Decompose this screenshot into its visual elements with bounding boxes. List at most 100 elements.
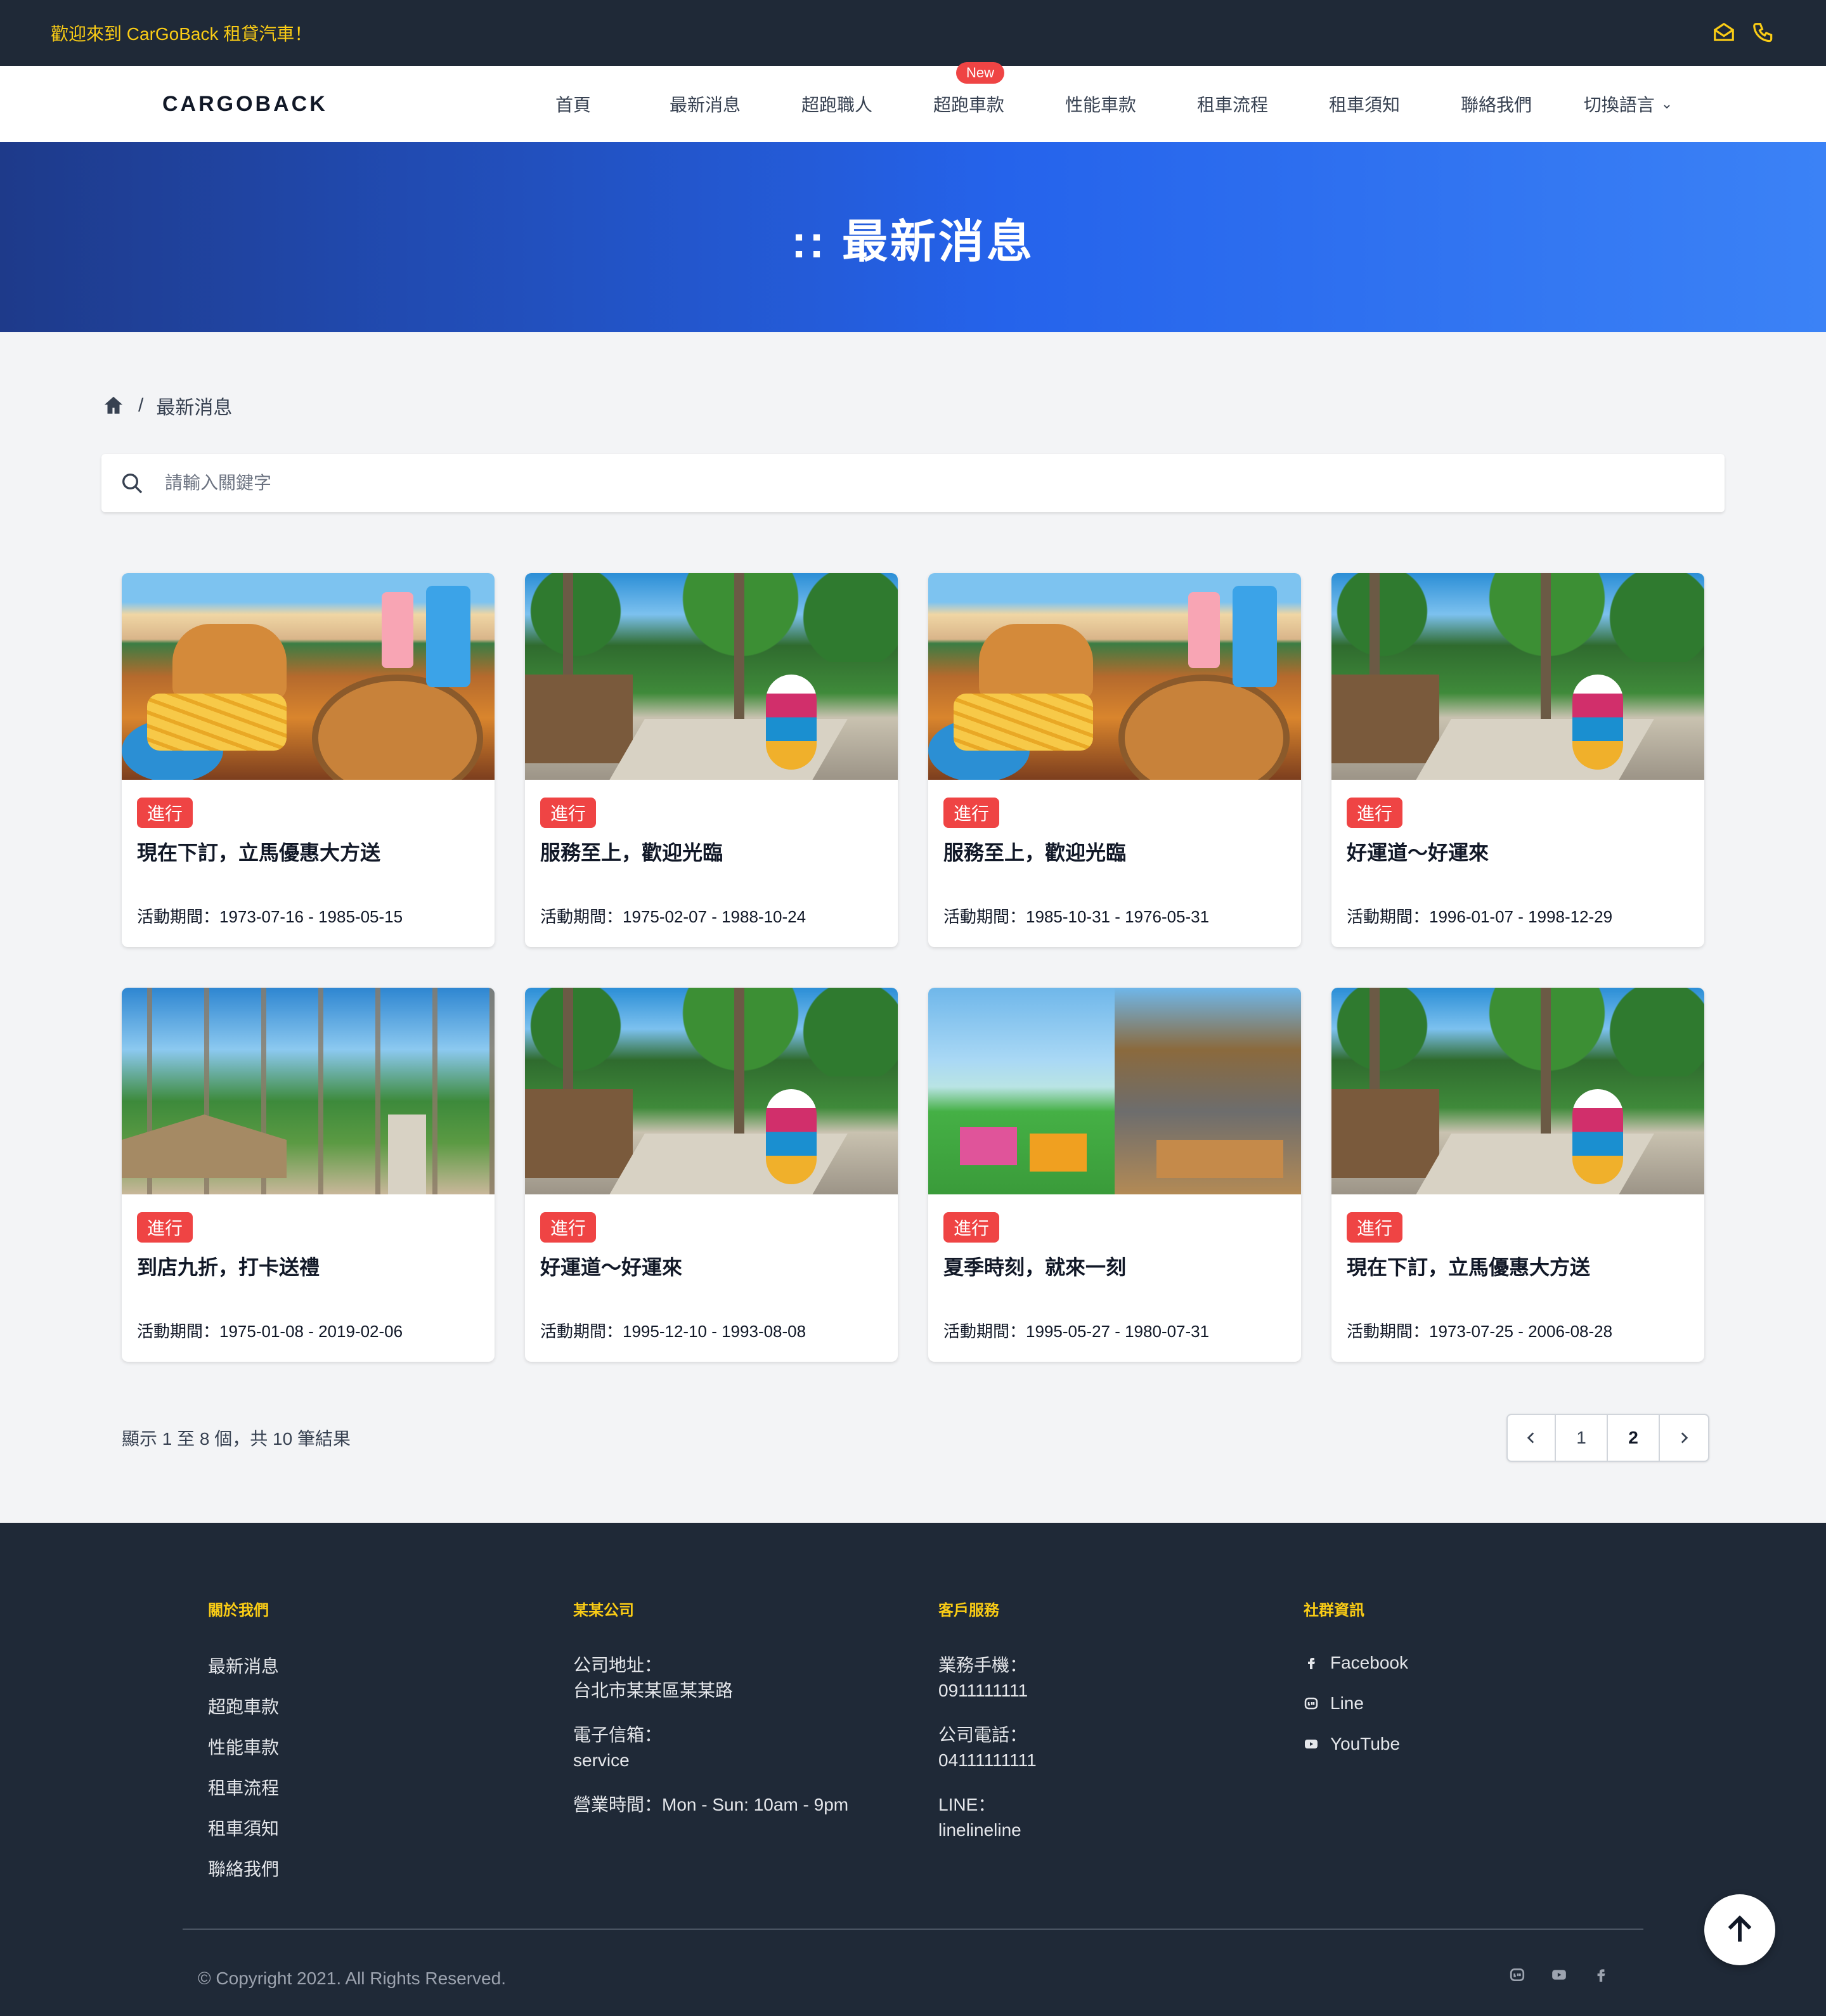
- news-card[interactable]: 進行 夏季時刻，就來一刻 活動期間：1995-05-27 - 1980-07-3…: [928, 988, 1301, 1362]
- line-link[interactable]: Line: [1304, 1693, 1621, 1714]
- news-card-period: 活動期間：1996-01-07 - 1998-12-29: [1347, 907, 1613, 926]
- footer-link[interactable]: 超跑車款: [208, 1693, 525, 1717]
- news-grid: 進行 現在下訂，立馬優惠大方送 活動期間：1973-07-16 - 1985-0…: [122, 573, 1704, 1362]
- news-card[interactable]: 進行 好運道～好運來 活動期間：1995-12-10 - 1993-08-08: [525, 988, 898, 1362]
- nav-item-experts[interactable]: 超跑職人: [771, 66, 903, 142]
- status-badge: 進行: [1347, 798, 1403, 828]
- mail-icon[interactable]: [1712, 21, 1736, 45]
- news-card-image: [525, 988, 898, 1194]
- line-icon[interactable]: [1509, 1967, 1525, 1983]
- news-card-title: 夏季時刻，就來一刻: [943, 1256, 1127, 1279]
- footer-link[interactable]: 租車流程: [208, 1774, 525, 1798]
- news-card-image: [122, 988, 495, 1194]
- news-card-image: [122, 573, 495, 780]
- youtube-icon[interactable]: [1551, 1967, 1567, 1983]
- news-card-title: 現在下訂，立馬優惠大方送: [137, 841, 381, 864]
- phone-value[interactable]: 04111111111: [938, 1748, 1255, 1773]
- facebook-link[interactable]: Facebook: [1304, 1653, 1621, 1673]
- nav-item-label: 性能車款: [1065, 95, 1136, 115]
- phone-label: 公司電話：: [938, 1725, 1028, 1745]
- nav-item-label: 超跑職人: [801, 95, 872, 115]
- news-card[interactable]: 進行 服務至上，歡迎光臨 活動期間：1975-02-07 - 1988-10-2…: [525, 573, 898, 947]
- footer-company: 某某公司 公司地址： 台北市某某區某某路 電子信箱： service 營業時間：Mo…: [573, 1598, 890, 1837]
- facebook-icon: [1308, 1658, 1315, 1669]
- breadcrumb-current: 最新消息: [156, 397, 233, 418]
- footer-divider: [183, 1929, 1643, 1930]
- site-logo[interactable]: CARGOBACK: [162, 66, 328, 142]
- line-icon: [1304, 1697, 1318, 1710]
- next-page-button[interactable]: [1660, 1415, 1708, 1461]
- news-card-period: 活動期間：1985-10-31 - 1976-05-31: [943, 907, 1210, 926]
- home-icon[interactable]: [101, 394, 126, 418]
- status-badge: 進行: [540, 1212, 597, 1243]
- footer: 關於我們 最新消息 超跑車款 性能車款 租車流程 租車須知 聯絡我們 某某公司 …: [0, 1523, 1826, 2016]
- footer-heading: 社群資訊: [1304, 1602, 1364, 1619]
- footer-social: 社群資訊 Facebook Line YouTube: [1304, 1598, 1621, 1774]
- status-badge: 進行: [943, 798, 1000, 828]
- news-card-image: [928, 573, 1301, 780]
- footer-link[interactable]: 聯絡我們: [208, 1856, 525, 1879]
- footer-about: 關於我們 最新消息 超跑車款 性能車款 租車流程 租車須知 聯絡我們: [208, 1598, 525, 1896]
- search-icon: [122, 474, 143, 494]
- page-button-2[interactable]: 2: [1608, 1415, 1660, 1461]
- copyright-text: © Copyright 2021. All Rights Reserved.: [198, 1968, 506, 1988]
- social-label: Line: [1330, 1693, 1364, 1713]
- main-nav: CARGOBACK 首頁 最新消息 超跑職人 New 超跑車款 性能車款 租車流…: [0, 62, 1826, 142]
- nav-item-process[interactable]: 租車流程: [1167, 66, 1298, 142]
- footer-link[interactable]: 租車須知: [208, 1815, 525, 1838]
- prev-page-button[interactable]: [1508, 1415, 1556, 1461]
- nav-item-notice[interactable]: 租車須知: [1298, 66, 1430, 142]
- welcome-text: 歡迎來到 CarGoBack 租貸汽車！: [51, 24, 313, 44]
- line-value[interactable]: linelineline: [938, 1818, 1255, 1843]
- language-switcher[interactable]: 切換語言 ⌄: [1562, 66, 1694, 142]
- nav-item-supercars[interactable]: New 超跑車款: [903, 62, 1035, 142]
- news-card-period: 活動期間：1995-05-27 - 1980-07-31: [943, 1322, 1210, 1341]
- address-label: 公司地址：: [573, 1655, 663, 1675]
- footer-link[interactable]: 最新消息: [208, 1653, 525, 1676]
- youtube-link[interactable]: YouTube: [1304, 1734, 1621, 1754]
- result-summary: 顯示 1 至 8 個，共 10 筆結果: [122, 1429, 351, 1449]
- search-input[interactable]: [164, 472, 1622, 494]
- address-value: 台北市某某區某某路: [573, 1681, 734, 1700]
- nav-item-performance[interactable]: 性能車款: [1035, 66, 1167, 142]
- news-card-image: [525, 573, 898, 780]
- news-card[interactable]: 進行 服務至上，歡迎光臨 活動期間：1985-10-31 - 1976-05-3…: [928, 573, 1301, 947]
- facebook-icon[interactable]: [1593, 1967, 1609, 1983]
- mobile-value[interactable]: 0911111111: [938, 1678, 1255, 1703]
- news-card-image: [928, 988, 1301, 1194]
- news-card[interactable]: 進行 好運道～好運來 活動期間：1996-01-07 - 1998-12-29: [1331, 573, 1704, 947]
- footer-social-icons: [1509, 1967, 1609, 1983]
- news-card-period: 活動期間：1975-02-07 - 1988-10-24: [540, 907, 806, 926]
- page-hero: :: 最新消息: [0, 142, 1826, 332]
- news-card[interactable]: 進行 到店九折，打卡送禮 活動期間：1975-01-08 - 2019-02-0…: [122, 988, 495, 1362]
- nav-item-label: 超跑車款: [933, 95, 1004, 115]
- footer-heading: 某某公司: [573, 1602, 634, 1619]
- status-badge: 進行: [1347, 1212, 1403, 1243]
- chevron-down-icon: ⌄: [1661, 96, 1673, 112]
- phone-icon[interactable]: [1751, 21, 1775, 45]
- news-card[interactable]: 進行 現在下訂，立馬優惠大方送 活動期間：1973-07-16 - 1985-0…: [122, 573, 495, 947]
- nav-item-label: 切換語言: [1583, 95, 1655, 115]
- chevron-left-icon: [1527, 1432, 1534, 1444]
- social-label: Facebook: [1330, 1653, 1408, 1672]
- nav-item-home[interactable]: 首頁: [507, 66, 639, 142]
- email-value[interactable]: service: [573, 1748, 890, 1773]
- footer-service: 客戶服務 業務手機： 0911111111 公司電話： 04111111111 LI…: [938, 1598, 1255, 1862]
- pagination: 1 2: [1506, 1414, 1709, 1462]
- new-badge: New: [956, 62, 1005, 84]
- line-label: LINE：: [938, 1795, 996, 1814]
- status-badge: 進行: [943, 1212, 1000, 1243]
- footer-heading: 關於我們: [208, 1602, 269, 1619]
- page-button-1[interactable]: 1: [1556, 1415, 1608, 1461]
- news-card[interactable]: 進行 現在下訂，立馬優惠大方送 活動期間：1973-07-25 - 2006-0…: [1331, 988, 1704, 1362]
- email-label: 電子信箱：: [573, 1725, 663, 1745]
- news-card-title: 到店九折，打卡送禮: [137, 1256, 320, 1279]
- nav-item-news[interactable]: 最新消息: [639, 66, 771, 142]
- status-badge: 進行: [137, 798, 193, 828]
- nav-item-contact[interactable]: 聯絡我們: [1430, 66, 1562, 142]
- nav-menu: 首頁 最新消息 超跑職人 New 超跑車款 性能車款 租車流程 租車須知 聯絡我…: [507, 62, 1694, 142]
- news-card-title: 服務至上，歡迎光臨: [540, 841, 723, 864]
- back-to-top-button[interactable]: [1704, 1894, 1775, 1965]
- news-card-image: [1331, 573, 1704, 780]
- footer-link[interactable]: 性能車款: [208, 1734, 525, 1757]
